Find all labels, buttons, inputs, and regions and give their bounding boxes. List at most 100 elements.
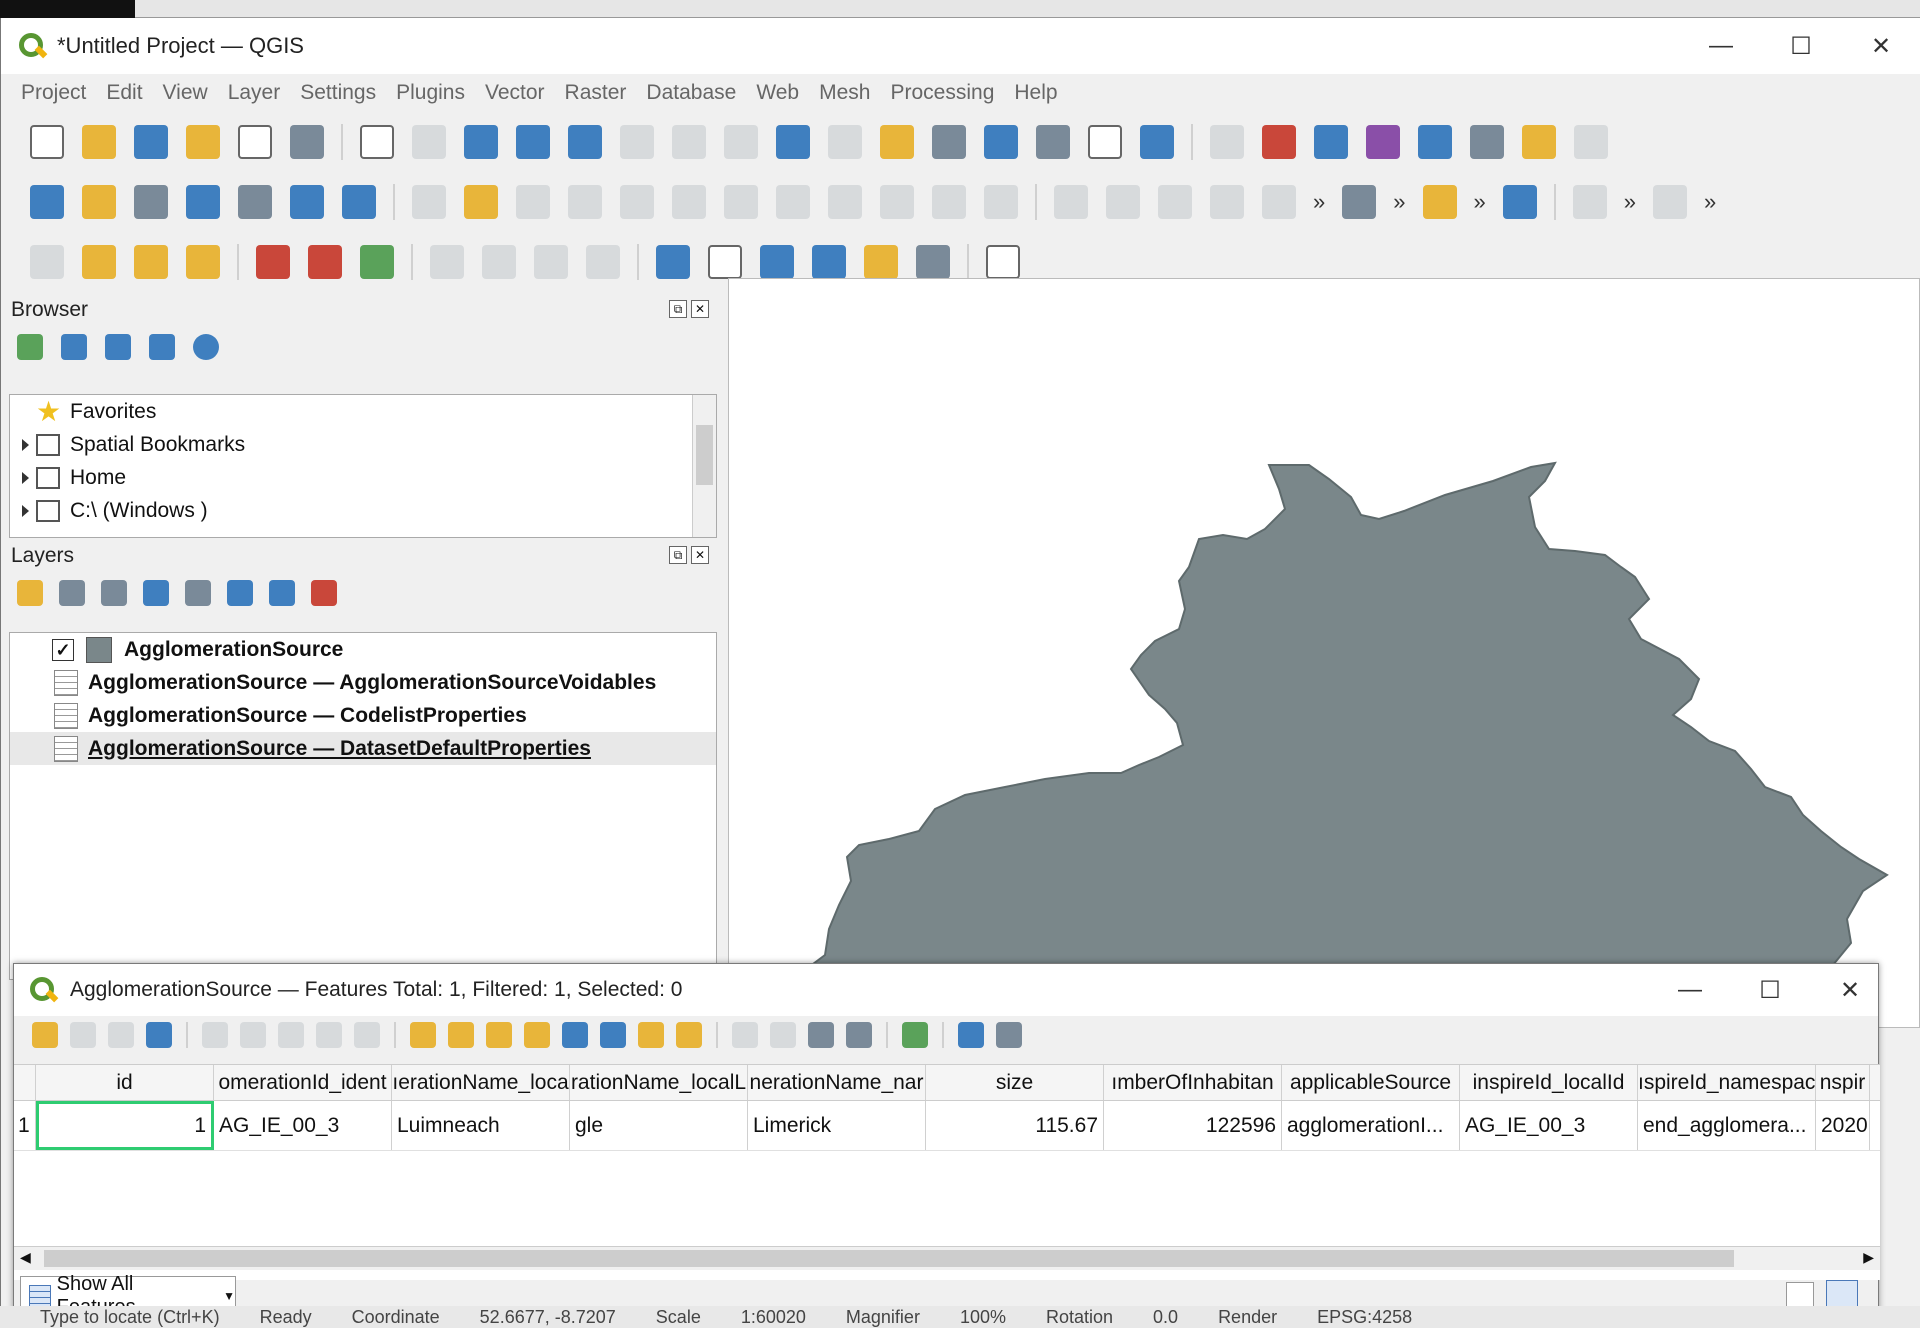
add-feature-icon[interactable] bbox=[202, 1022, 228, 1048]
layer-item-voidables[interactable]: AgglomerationSource — AgglomerationSourc… bbox=[10, 666, 716, 699]
close-button[interactable]: ✕ bbox=[1841, 18, 1920, 74]
column-header[interactable]: nspir bbox=[1816, 1065, 1870, 1100]
zoom-out-icon[interactable] bbox=[516, 125, 550, 159]
magnifier-value[interactable]: 100% bbox=[960, 1306, 1006, 1328]
zoom-to-selected-icon[interactable] bbox=[676, 1022, 702, 1048]
conditional-format-icon[interactable] bbox=[902, 1022, 928, 1048]
visibility-icon[interactable] bbox=[101, 580, 127, 606]
delete-selected-icon[interactable] bbox=[724, 185, 758, 219]
refresh-icon[interactable] bbox=[61, 334, 87, 360]
more-tools-icon[interactable]: » bbox=[1704, 189, 1716, 215]
measure-icon[interactable] bbox=[1470, 125, 1504, 159]
add-feature-icon[interactable] bbox=[568, 185, 602, 219]
add-polygon-icon[interactable] bbox=[760, 245, 794, 279]
maximize-button[interactable]: ☐ bbox=[1761, 18, 1841, 74]
add-polyline-icon[interactable] bbox=[812, 245, 846, 279]
coordinate-value[interactable]: 52.6677, -8.7207 bbox=[480, 1306, 616, 1328]
crs-button[interactable]: EPSG:4258 bbox=[1317, 1306, 1412, 1328]
more-tools-icon[interactable]: » bbox=[1624, 189, 1636, 215]
toggle-editing-icon[interactable] bbox=[464, 185, 498, 219]
multi-edit-icon[interactable] bbox=[70, 1022, 96, 1048]
zoom-map-icon[interactable] bbox=[958, 1022, 984, 1048]
statistics-sum-icon[interactable] bbox=[1366, 125, 1400, 159]
menu-edit[interactable]: Edit bbox=[106, 81, 142, 105]
more-tools-icon[interactable]: » bbox=[1393, 189, 1405, 215]
label-icon[interactable] bbox=[656, 245, 690, 279]
deselect-all-icon[interactable] bbox=[524, 1022, 550, 1048]
deselect-features-icon[interactable] bbox=[134, 245, 168, 279]
undo-icon[interactable] bbox=[932, 185, 966, 219]
scale-value[interactable]: 1:60020 bbox=[741, 1306, 806, 1328]
delete-field-icon[interactable] bbox=[770, 1022, 796, 1048]
menu-settings[interactable]: Settings bbox=[300, 81, 376, 105]
zoom-native-icon[interactable] bbox=[724, 125, 758, 159]
browser-item-home[interactable]: Home bbox=[10, 461, 716, 494]
save-edits-icon[interactable] bbox=[108, 1022, 134, 1048]
column-header[interactable]: nerationName_nar bbox=[748, 1065, 926, 1100]
column-header[interactable]: id bbox=[36, 1065, 214, 1100]
maximize-button[interactable]: ☐ bbox=[1730, 964, 1810, 1016]
zoom-in-icon[interactable] bbox=[464, 125, 498, 159]
settings-gear-icon[interactable] bbox=[1314, 125, 1348, 159]
new-spatialite-layer-icon[interactable] bbox=[186, 185, 220, 219]
copy-icon[interactable] bbox=[316, 1022, 342, 1048]
pan-to-selection-icon[interactable] bbox=[412, 125, 446, 159]
column-header[interactable]: applicableSource bbox=[1282, 1065, 1460, 1100]
attribute-table-icon[interactable] bbox=[1262, 125, 1296, 159]
column-header[interactable]: inspireId_localId bbox=[1460, 1065, 1638, 1100]
close-panel-icon[interactable]: ✕ bbox=[691, 546, 709, 564]
scroll-left-icon[interactable]: ◀ bbox=[20, 1249, 31, 1266]
table-cell[interactable]: AG_IE_00_3 bbox=[1460, 1101, 1638, 1150]
vector-tool-4-icon[interactable] bbox=[586, 245, 620, 279]
layout-manager-icon[interactable] bbox=[238, 125, 272, 159]
menu-processing[interactable]: Processing bbox=[890, 81, 994, 105]
add-text-icon[interactable] bbox=[916, 245, 950, 279]
zoom-layer-icon[interactable] bbox=[672, 125, 706, 159]
label-tool-icon[interactable] bbox=[1572, 185, 1607, 219]
agglomeration-polygon[interactable] bbox=[749, 461, 1889, 1028]
locator-settings-icon[interactable] bbox=[1574, 125, 1608, 159]
expand-arrow-icon[interactable] bbox=[22, 438, 29, 451]
new-print-layout-icon[interactable] bbox=[186, 125, 220, 159]
add-point-icon[interactable] bbox=[864, 245, 898, 279]
select-arrow-icon[interactable] bbox=[708, 245, 742, 279]
open-project-icon[interactable] bbox=[82, 125, 116, 159]
browser-item-spatial-bookmarks[interactable]: Spatial Bookmarks bbox=[10, 428, 716, 461]
menu-web[interactable]: Web bbox=[756, 81, 799, 105]
collapse-all-icon[interactable] bbox=[149, 334, 175, 360]
horizontal-scrollbar[interactable]: ◀ ▶ bbox=[14, 1246, 1880, 1270]
cut-features-icon[interactable] bbox=[776, 185, 810, 219]
attribute-form-icon[interactable] bbox=[82, 245, 116, 279]
menu-raster[interactable]: Raster bbox=[565, 81, 627, 105]
menu-layer[interactable]: Layer bbox=[228, 81, 281, 105]
pan-map-icon[interactable] bbox=[360, 125, 394, 159]
profile-tool-icon[interactable] bbox=[1653, 185, 1687, 219]
organize-columns-icon[interactable] bbox=[808, 1022, 834, 1048]
row-number[interactable]: 1 bbox=[14, 1101, 36, 1150]
new-map-view-icon[interactable] bbox=[880, 125, 914, 159]
filter-select-icon[interactable] bbox=[562, 1022, 588, 1048]
new-shapefile-layer-icon[interactable] bbox=[134, 185, 168, 219]
reload-table-icon[interactable] bbox=[146, 1022, 172, 1048]
table-cell[interactable]: gle bbox=[570, 1101, 748, 1150]
collapse-all-icon[interactable] bbox=[269, 580, 295, 606]
field-calculator-icon[interactable] bbox=[846, 1022, 872, 1048]
georeferencer-icon[interactable] bbox=[1342, 185, 1377, 219]
close-panel-icon[interactable]: ✕ bbox=[691, 300, 709, 318]
refresh-icon[interactable] bbox=[1140, 125, 1174, 159]
copy-features-icon[interactable] bbox=[828, 185, 862, 219]
minimize-button[interactable]: — bbox=[1681, 18, 1761, 74]
browser-item-c-drive[interactable]: C:\ (Windows ) bbox=[10, 494, 716, 527]
new-project-icon[interactable] bbox=[30, 125, 64, 159]
vector-tool-1-icon[interactable] bbox=[430, 245, 464, 279]
layer-item-dataset-default[interactable]: AgglomerationSource — DatasetDefaultProp… bbox=[10, 732, 716, 765]
rotation-value[interactable]: 0.0 bbox=[1153, 1306, 1178, 1328]
float-panel-icon[interactable]: ⧉ bbox=[669, 546, 687, 564]
text-annotation-icon[interactable] bbox=[986, 245, 1020, 279]
expand-all-icon[interactable] bbox=[227, 580, 253, 606]
table-cell[interactable]: agglomerationI... bbox=[1282, 1101, 1460, 1150]
zoom-last-icon[interactable] bbox=[776, 125, 810, 159]
new-field-icon[interactable] bbox=[732, 1022, 758, 1048]
pan-to-selected-icon[interactable] bbox=[638, 1022, 664, 1048]
menu-vector[interactable]: Vector bbox=[485, 81, 545, 105]
